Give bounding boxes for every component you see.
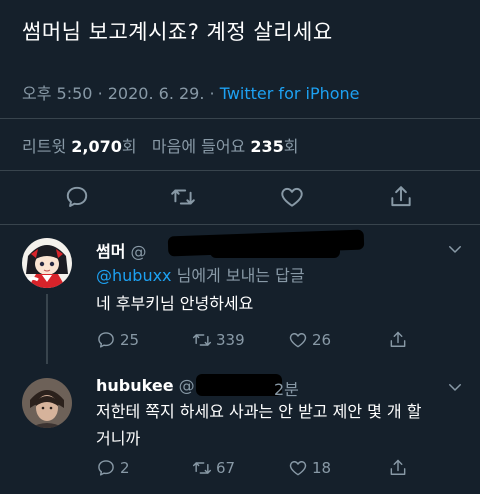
display-name[interactable]: 썸머 — [96, 242, 125, 261]
reply-actions: 25 339 26 — [96, 328, 456, 352]
reply-text: 네 후부키님 안녕하세요 — [96, 290, 253, 317]
reply-time: 2분 — [274, 376, 299, 400]
reply-text-line: 저한테 쪽지 하세요 사과는 안 받고 제안 몇 개 할 — [96, 402, 422, 421]
retweet-count: 339 — [216, 331, 245, 349]
tweet-date: 2020. 6. 29. — [107, 84, 205, 103]
more-options-button[interactable] — [446, 240, 464, 258]
heart-icon — [281, 187, 303, 207]
thread-line — [46, 294, 48, 364]
like-count-button[interactable]: 26 — [288, 328, 331, 352]
chevron-down-icon — [449, 384, 461, 391]
tweet-time: 오후 5:50 — [22, 84, 93, 103]
likes-count: 235 — [250, 137, 284, 156]
reply-text-line: 네 후부키님 안녕하세요 — [96, 294, 254, 313]
redaction-mark — [210, 244, 340, 258]
heart-icon — [289, 461, 307, 476]
reply-time-text: 2분 — [274, 380, 299, 399]
like-button[interactable] — [277, 182, 307, 212]
retweet-count-button[interactable]: 339 — [192, 328, 245, 352]
avatar[interactable] — [22, 238, 72, 288]
reply-actions: 2 67 18 — [96, 456, 456, 480]
retweet-count-button[interactable]: 67 — [192, 456, 235, 480]
comment-icon — [66, 186, 88, 207]
tweet-source-link[interactable]: Twitter for iPhone — [220, 84, 360, 103]
redaction-mark — [196, 374, 282, 396]
share-icon — [391, 186, 411, 207]
likes-label: 마음에 들어요 — [151, 137, 246, 156]
reply-count-button[interactable]: 2 — [96, 456, 130, 480]
reply-count-button[interactable]: 25 — [96, 328, 139, 352]
reply-count: 25 — [120, 331, 140, 349]
avatar-photo — [22, 378, 72, 428]
tweet-action-bar — [0, 176, 480, 218]
retweets-unit: 회 — [121, 137, 137, 156]
comment-icon — [98, 460, 114, 476]
retweets-stat[interactable]: 리트윗 2,070회 — [22, 137, 142, 156]
reply-count: 2 — [120, 459, 130, 477]
likes-unit: 회 — [283, 137, 299, 156]
retweet-icon — [171, 189, 195, 205]
like-count: 26 — [312, 331, 332, 349]
tweet-stats: 리트윗 2,070회 마음에 들어요 235회 — [22, 133, 299, 157]
avatar-illustration — [22, 238, 72, 288]
reply-item[interactable]: hubukee @ 2분 저한테 쪽지 하세요 사과는 안 받고 제안 몇 개 … — [0, 366, 480, 494]
reply-item[interactable]: 썸머 @ @hubuxx 님에게 보내는 답글 네 후부키님 안녕하세요 25 … — [0, 224, 480, 366]
retweets-count: 2,070 — [71, 137, 122, 156]
meta-separator: · — [209, 84, 215, 103]
retweets-label: 리트윗 — [22, 137, 67, 156]
more-options-button[interactable] — [446, 378, 464, 396]
tweet-text: 썸머님 보고계시죠? 계정 살리세요 — [22, 20, 333, 44]
share-icon — [390, 331, 406, 347]
like-count: 18 — [312, 459, 332, 477]
chevron-down-icon — [449, 246, 461, 253]
user-handle[interactable]: @ — [179, 376, 195, 395]
share-button[interactable] — [388, 328, 408, 352]
heart-icon — [289, 333, 307, 348]
retweet-count: 67 — [216, 459, 236, 477]
share-icon — [390, 459, 406, 475]
user-handle[interactable]: @ — [131, 242, 147, 261]
reply-text-line: 거니까 — [96, 429, 141, 448]
like-count-button[interactable]: 18 — [288, 456, 331, 480]
avatar[interactable] — [22, 378, 72, 428]
share-button[interactable] — [386, 182, 416, 212]
divider — [0, 118, 480, 119]
retweet-icon — [192, 462, 212, 474]
reply-text: 저한테 쪽지 하세요 사과는 안 받고 제안 몇 개 할 거니까 — [96, 398, 421, 452]
retweet-icon — [192, 334, 212, 346]
reply-header: 썸머 @ — [96, 238, 147, 262]
comment-icon — [98, 332, 114, 348]
retweet-button[interactable] — [168, 182, 198, 212]
replying-suffix: 님에게 보내는 답글 — [171, 266, 305, 285]
share-button[interactable] — [388, 456, 408, 480]
tweet-meta: 오후 5:50 · 2020. 6. 29. · Twitter for iPh… — [22, 80, 360, 104]
mention-link[interactable]: @hubuxx — [96, 266, 172, 285]
reply-button[interactable] — [62, 182, 92, 212]
meta-separator: · — [97, 84, 103, 103]
likes-stat[interactable]: 마음에 들어요 235회 — [152, 137, 299, 156]
reply-header: hubukee @ — [96, 376, 195, 395]
replying-to: @hubuxx 님에게 보내는 답글 — [96, 262, 305, 286]
divider — [0, 170, 480, 171]
display-name[interactable]: hubukee — [96, 376, 174, 395]
